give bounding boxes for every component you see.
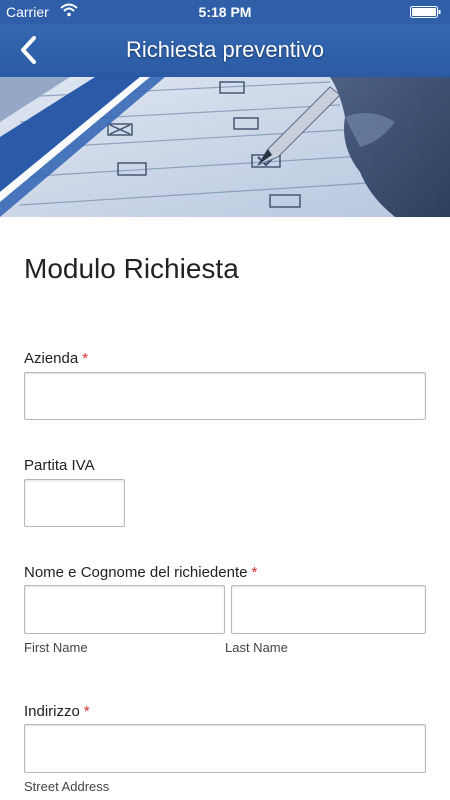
first-name-sublabel: First Name bbox=[24, 640, 88, 655]
required-marker: * bbox=[82, 350, 89, 367]
last-name-input[interactable] bbox=[231, 585, 426, 634]
status-time: 5:18 PM bbox=[198, 4, 252, 20]
nome-cognome-label-text: Nome e Cognome del richiedente bbox=[24, 564, 248, 581]
required-marker: * bbox=[251, 564, 258, 581]
required-marker: * bbox=[83, 703, 90, 720]
indirizzo-label: Indirizzo * bbox=[24, 703, 90, 720]
first-name-input[interactable] bbox=[24, 585, 225, 634]
azienda-label-text: Azienda bbox=[24, 350, 79, 367]
indirizzo-label-text: Indirizzo bbox=[24, 703, 80, 720]
nome-cognome-label: Nome e Cognome del richiedente * bbox=[24, 564, 257, 581]
street-address-input[interactable] bbox=[24, 724, 426, 773]
page-title: Richiesta preventivo bbox=[125, 37, 325, 62]
partita-iva-input[interactable] bbox=[24, 479, 125, 527]
header-banner-image bbox=[0, 77, 450, 217]
last-name-sublabel: Last Name bbox=[225, 640, 288, 655]
azienda-input[interactable] bbox=[24, 372, 426, 420]
battery-icon bbox=[410, 6, 441, 18]
partita-iva-label: Partita IVA bbox=[24, 457, 95, 474]
street-address-sublabel: Street Address bbox=[24, 779, 110, 794]
status-bar: Carrier 5:18 PM bbox=[0, 0, 450, 24]
form-title: Modulo Richiesta bbox=[24, 253, 239, 284]
navigation-bar: Richiesta preventivo bbox=[0, 24, 450, 77]
azienda-label: Azienda * bbox=[24, 350, 88, 367]
